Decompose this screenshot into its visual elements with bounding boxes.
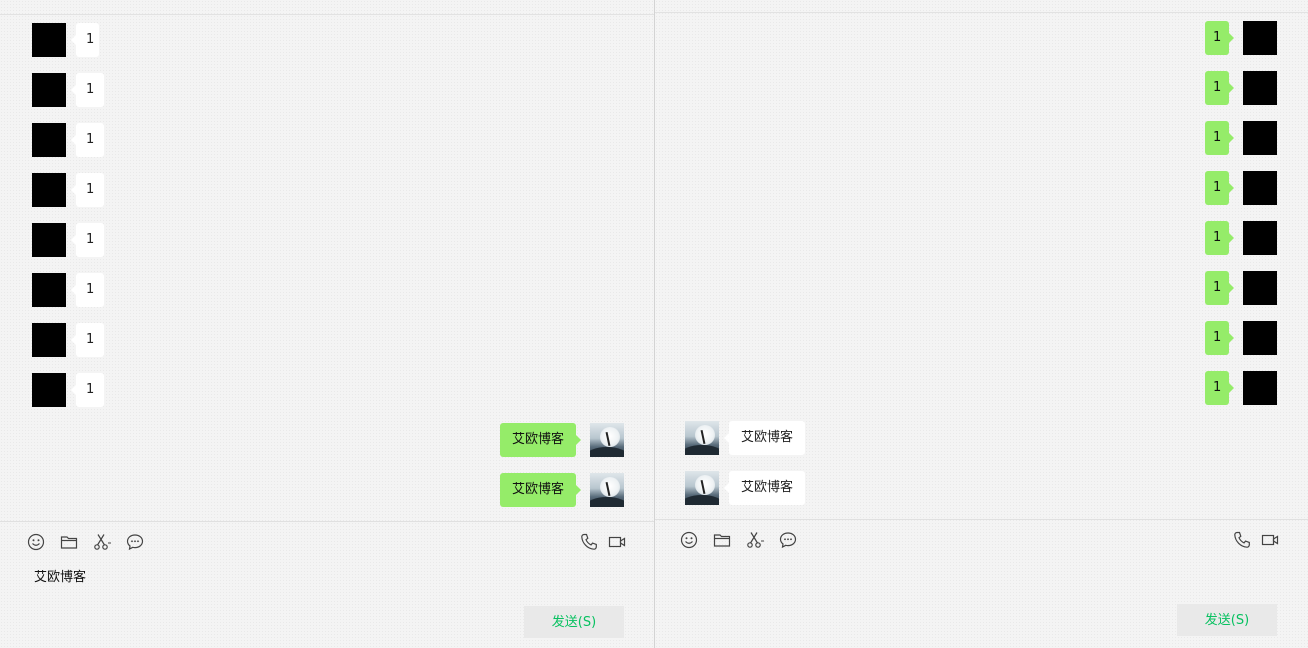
phone-icon[interactable] bbox=[578, 531, 600, 553]
scissors-icon[interactable] bbox=[91, 531, 113, 553]
user-avatar[interactable] bbox=[1243, 221, 1277, 255]
emoji-icon[interactable] bbox=[25, 531, 47, 553]
folder-icon[interactable] bbox=[58, 531, 80, 553]
message-bubble[interactable]: 1 bbox=[1205, 371, 1235, 405]
message-bubble[interactable]: 1 bbox=[70, 173, 105, 207]
contact-avatar[interactable] bbox=[32, 173, 66, 207]
user-avatar[interactable] bbox=[1243, 321, 1277, 355]
message-bubble[interactable]: 1 bbox=[70, 73, 105, 107]
header-divider bbox=[655, 12, 1308, 13]
message-bubble[interactable]: 1 bbox=[1205, 171, 1235, 205]
message-sent: 1 bbox=[1205, 21, 1277, 55]
message-bubble[interactable]: 1 bbox=[1205, 21, 1235, 55]
contact-avatar[interactable] bbox=[32, 273, 66, 307]
message-bubble[interactable]: 1 bbox=[1205, 71, 1235, 105]
video-icon[interactable] bbox=[1259, 529, 1281, 551]
folder-icon[interactable] bbox=[711, 529, 733, 551]
chat-bubble-icon[interactable] bbox=[777, 529, 799, 551]
message-sent: 1 bbox=[1205, 121, 1277, 155]
contact-avatar[interactable] bbox=[32, 223, 66, 257]
user-avatar[interactable] bbox=[1243, 71, 1277, 105]
toolbar-divider bbox=[655, 519, 1308, 520]
toolbar-divider bbox=[0, 521, 654, 522]
message-bubble[interactable]: 1 bbox=[1205, 221, 1235, 255]
message-sent: 1 bbox=[1205, 221, 1277, 255]
video-icon[interactable] bbox=[606, 531, 628, 553]
contact-avatar[interactable] bbox=[32, 73, 66, 107]
contact-avatar[interactable] bbox=[32, 123, 66, 157]
message-sent: 1 bbox=[1205, 371, 1277, 405]
phone-icon[interactable] bbox=[1231, 529, 1253, 551]
contact-avatar[interactable] bbox=[685, 471, 719, 505]
user-avatar[interactable] bbox=[590, 473, 624, 507]
chat-window-right: 1 1 1 1 1 1 1 1 艾欧博客 艾欧博客 发送(S) bbox=[655, 0, 1308, 648]
message-sent: 1 bbox=[1205, 321, 1277, 355]
message-bubble[interactable]: 艾欧博客 bbox=[723, 421, 806, 455]
chat-bubble-icon[interactable] bbox=[124, 531, 146, 553]
scissors-icon[interactable] bbox=[744, 529, 766, 551]
send-button[interactable]: 发送(S) bbox=[524, 606, 624, 638]
contact-avatar[interactable] bbox=[32, 23, 66, 57]
contact-avatar[interactable] bbox=[32, 323, 66, 357]
message-input[interactable]: 艾欧博客 bbox=[34, 566, 86, 585]
send-button[interactable]: 发送(S) bbox=[1177, 604, 1277, 636]
contact-avatar[interactable] bbox=[32, 373, 66, 407]
message-bubble[interactable]: 1 bbox=[70, 123, 105, 157]
message-bubble[interactable]: 1 bbox=[70, 373, 105, 407]
message-bubble[interactable]: 艾欧博客 bbox=[723, 471, 806, 505]
user-avatar[interactable] bbox=[1243, 171, 1277, 205]
message-bubble[interactable]: 1 bbox=[71, 23, 99, 57]
message-bubble[interactable]: 1 bbox=[70, 323, 105, 357]
message-bubble[interactable]: 1 bbox=[1205, 321, 1235, 355]
chat-window-left: 1 1 1 1 1 1 1 1 艾欧博客 艾欧博客 艾欧博客 发送(S) bbox=[0, 0, 654, 648]
header-divider bbox=[0, 14, 654, 15]
message-sent: 1 bbox=[1205, 71, 1277, 105]
user-avatar[interactable] bbox=[1243, 371, 1277, 405]
user-avatar[interactable] bbox=[1243, 271, 1277, 305]
message-bubble[interactable]: 艾欧博客 bbox=[500, 473, 582, 507]
message-bubble[interactable]: 艾欧博客 bbox=[500, 423, 582, 457]
message-bubble[interactable]: 1 bbox=[70, 223, 105, 257]
message-sent: 1 bbox=[1205, 271, 1277, 305]
emoji-icon[interactable] bbox=[678, 529, 700, 551]
message-sent: 艾欧博客 bbox=[500, 473, 624, 507]
contact-avatar[interactable] bbox=[685, 421, 719, 455]
message-sent: 艾欧博客 bbox=[500, 423, 624, 457]
message-bubble[interactable]: 1 bbox=[70, 273, 105, 307]
user-avatar[interactable] bbox=[590, 423, 624, 457]
user-avatar[interactable] bbox=[1243, 121, 1277, 155]
user-avatar[interactable] bbox=[1243, 21, 1277, 55]
message-sent: 1 bbox=[1205, 171, 1277, 205]
message-bubble[interactable]: 1 bbox=[1205, 271, 1235, 305]
message-bubble[interactable]: 1 bbox=[1205, 121, 1235, 155]
